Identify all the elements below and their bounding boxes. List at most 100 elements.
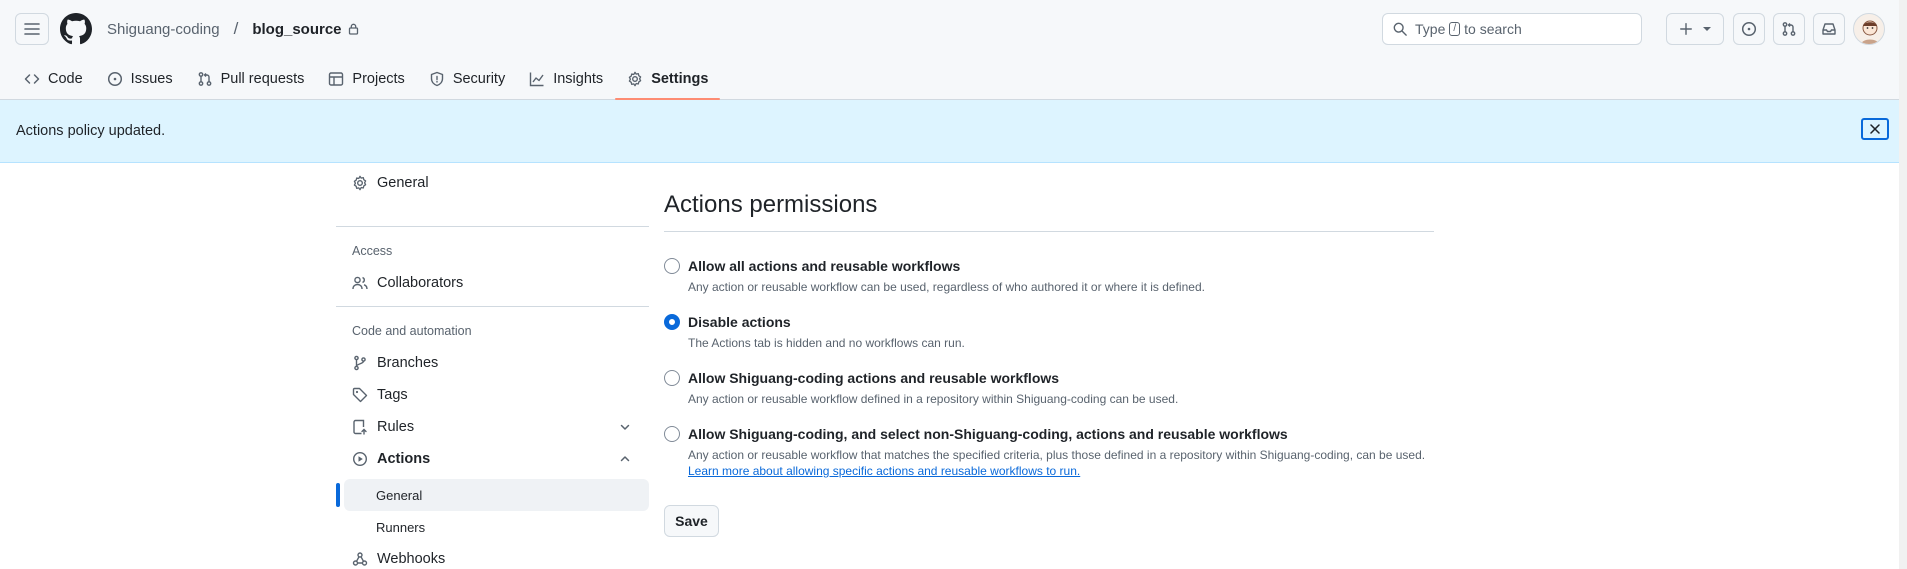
flash-message: Actions policy updated. (16, 123, 166, 139)
option-description: Any action or reusable workflow can be u… (688, 280, 1205, 294)
gear-icon (628, 71, 642, 87)
sidebar-item-webhooks-label: Webhooks (377, 551, 446, 567)
sidebar-divider (336, 226, 649, 227)
sidebar-item-tags[interactable]: Tags (336, 379, 649, 411)
user-avatar[interactable] (1853, 13, 1885, 45)
header-top-row: Shiguang-coding / blog_source Type / to … (0, 0, 1907, 58)
sidebar-item-actions-general[interactable]: General (344, 479, 649, 511)
sidebar-item-branches[interactable]: Branches (336, 347, 649, 379)
tab-settings[interactable]: Settings (615, 58, 721, 100)
sidebar-item-general[interactable]: General (336, 167, 649, 199)
sidebar-item-collaborators[interactable]: Collaborators (336, 267, 649, 299)
option-description: The Actions tab is hidden and no workflo… (688, 336, 965, 350)
breadcrumb-separator: / (233, 19, 239, 38)
table-icon (329, 72, 344, 86)
chevron-down-icon[interactable] (619, 421, 631, 433)
breadcrumb-repo-link[interactable]: blog_source (252, 21, 358, 38)
issue-opened-icon (1741, 21, 1757, 37)
repo-nav-tabs: Code Issues Pull requests Projects Secur… (12, 58, 721, 100)
tab-code[interactable]: Code (12, 58, 95, 100)
sidebar-heading-access: Access (352, 244, 393, 258)
tab-pull-requests-label: Pull requests (220, 71, 305, 87)
people-icon (352, 276, 368, 290)
tab-code-label: Code (48, 71, 83, 87)
page-title: Actions permissions (664, 191, 878, 218)
tab-projects[interactable]: Projects (316, 58, 416, 100)
create-new-button[interactable] (1666, 13, 1724, 45)
radio-allow-select[interactable] (664, 426, 680, 442)
page-scrollbar[interactable] (1899, 0, 1907, 569)
option-label: Allow all actions and reusable workflows (688, 258, 961, 274)
radio-allow-owner[interactable] (664, 370, 680, 386)
triangle-down-icon (1703, 27, 1711, 31)
tab-settings-label: Settings (651, 71, 709, 87)
tab-insights-label: Insights (553, 71, 604, 87)
sidebar-item-webhooks[interactable]: Webhooks (336, 543, 649, 569)
sidebar-item-actions[interactable]: Actions (336, 443, 649, 475)
sidebar-item-branches-label: Branches (377, 355, 439, 371)
sidebar-item-collaborators-label: Collaborators (377, 275, 464, 291)
graph-icon (530, 72, 544, 87)
tab-projects-label: Projects (352, 71, 405, 87)
git-pull-request-icon (198, 72, 211, 86)
tag-icon (352, 387, 368, 403)
breadcrumb: Shiguang-coding / blog_source (107, 19, 359, 39)
option-label: Allow Shiguang-coding actions and reusab… (688, 370, 1060, 386)
hamburger-icon (24, 23, 40, 35)
github-logo-icon[interactable] (60, 13, 92, 45)
sidebar-item-rules-label: Rules (377, 419, 415, 435)
avatar-image-icon (1861, 20, 1879, 44)
tab-pull-requests[interactable]: Pull requests (185, 58, 317, 100)
chevron-up-icon[interactable] (619, 453, 631, 465)
flash-close-button[interactable] (1861, 118, 1889, 140)
sidebar-item-rules[interactable]: Rules (336, 411, 649, 443)
sidebar-divider (336, 306, 649, 307)
search-shortcut-key: / (1449, 22, 1461, 36)
repo-push-icon (353, 419, 367, 435)
git-branch-icon (354, 355, 366, 371)
git-pull-request-icon (1782, 22, 1796, 36)
radio-allow-all[interactable] (664, 258, 680, 274)
close-icon (1870, 124, 1880, 134)
tab-issues-label: Issues (130, 71, 173, 87)
sidebar-item-general-label: General (377, 175, 429, 191)
search-input[interactable]: Type / to search (1382, 13, 1642, 45)
title-divider (664, 231, 1434, 232)
sidebar-heading-code-automation: Code and automation (352, 324, 472, 338)
issues-shortcut-button[interactable] (1733, 13, 1765, 45)
sidebar-item-tags-label: Tags (377, 387, 408, 403)
tab-issues[interactable]: Issues (95, 58, 185, 100)
option-description: Any action or reusable workflow defined … (688, 392, 1179, 406)
inbox-icon (1822, 23, 1836, 35)
search-suffix-text: to search (1464, 21, 1522, 37)
breadcrumb-owner-link[interactable]: Shiguang-coding (107, 21, 220, 38)
code-icon (24, 74, 40, 84)
learn-more-link[interactable]: Learn more about allowing specific actio… (688, 464, 1080, 478)
radio-disable-actions[interactable] (664, 314, 680, 330)
save-button[interactable]: Save (664, 505, 719, 537)
gear-icon (353, 175, 367, 191)
search-prefix-text: Type (1415, 21, 1446, 37)
pull-requests-shortcut-button[interactable] (1773, 13, 1805, 45)
webhook-icon (352, 552, 368, 566)
option-label: Allow Shiguang-coding, and select non-Sh… (688, 426, 1288, 442)
option-label: Disable actions (688, 314, 791, 330)
tab-security-label: Security (452, 71, 506, 87)
lock-icon (348, 23, 358, 35)
app-header: Shiguang-coding / blog_source Type / to … (0, 0, 1907, 100)
sidebar-active-indicator (336, 483, 340, 507)
option-description: Any action or reusable workflow that mat… (688, 448, 1426, 462)
issue-opened-icon (107, 71, 122, 87)
sidebar-item-actions-runners[interactable]: Runners (344, 511, 649, 543)
shield-icon (430, 71, 444, 87)
tab-security[interactable]: Security (417, 58, 517, 100)
play-icon (352, 451, 368, 467)
plus-icon (1680, 23, 1692, 35)
flash-banner: Actions policy updated. (0, 100, 1907, 163)
sidebar-item-actions-label: Actions (377, 451, 431, 467)
tab-insights[interactable]: Insights (517, 58, 615, 100)
inbox-button[interactable] (1813, 13, 1845, 45)
search-icon (1393, 22, 1407, 36)
menu-button[interactable] (15, 13, 49, 45)
repo-name: blog_source (252, 20, 342, 38)
